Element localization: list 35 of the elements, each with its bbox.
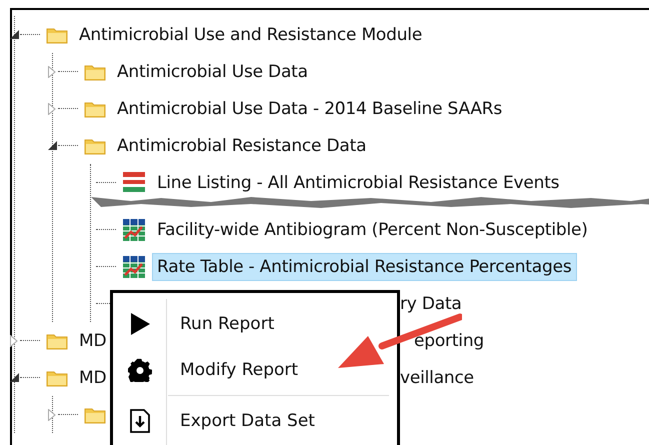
folder-icon — [84, 62, 106, 80]
tree-item[interactable]: Antimicrobial Use Data - 2014 Baseline SAARs — [113, 96, 506, 122]
folder-icon — [46, 26, 68, 44]
collapse-icon[interactable] — [10, 373, 19, 382]
tree-item[interactable]: Rate Table - Antimicrobial Resistance Percentages — [153, 254, 576, 280]
tree-item[interactable]: Antimicrobial Use and Resistance Module — [75, 22, 426, 48]
tree-item[interactable]: Antimicrobial Use Data — [113, 58, 312, 84]
tree-item[interactable]: Facility-wide Antibiogram (Percent Non-Susceptible) — [153, 216, 592, 242]
folder-icon — [46, 332, 68, 350]
expand-icon[interactable] — [10, 334, 18, 346]
expand-icon[interactable] — [48, 408, 56, 420]
tree-item[interactable]: ry Data — [400, 294, 462, 314]
download-icon — [128, 409, 150, 433]
chart-report-icon — [122, 218, 146, 242]
menu-item[interactable]: Export Data Set — [166, 398, 315, 444]
expand-icon[interactable] — [48, 66, 56, 78]
expand-icon[interactable] — [48, 102, 56, 114]
menu-item[interactable]: Modify Report — [166, 347, 298, 393]
chart-report-icon — [122, 254, 146, 278]
folder-icon — [84, 136, 106, 154]
folder-icon — [46, 368, 68, 386]
tree-item[interactable]: MD — [75, 364, 110, 390]
tree-item[interactable]: eporting — [414, 330, 484, 350]
tree-item[interactable]: MD — [75, 328, 110, 354]
folder-icon — [84, 406, 106, 424]
play-icon — [128, 312, 150, 336]
tree-item[interactable]: veillance — [400, 368, 474, 388]
settings-icon — [128, 358, 152, 382]
tree-item[interactable]: Line Listing - All Antimicrobial Resistance Events — [153, 170, 564, 196]
folder-icon — [84, 100, 106, 118]
collapse-icon[interactable] — [10, 30, 19, 39]
collapse-icon[interactable] — [48, 141, 57, 150]
list-report-icon — [122, 170, 146, 194]
menu-item[interactable]: Run Report — [166, 301, 274, 347]
tree-item[interactable]: Antimicrobial Resistance Data — [113, 132, 370, 158]
